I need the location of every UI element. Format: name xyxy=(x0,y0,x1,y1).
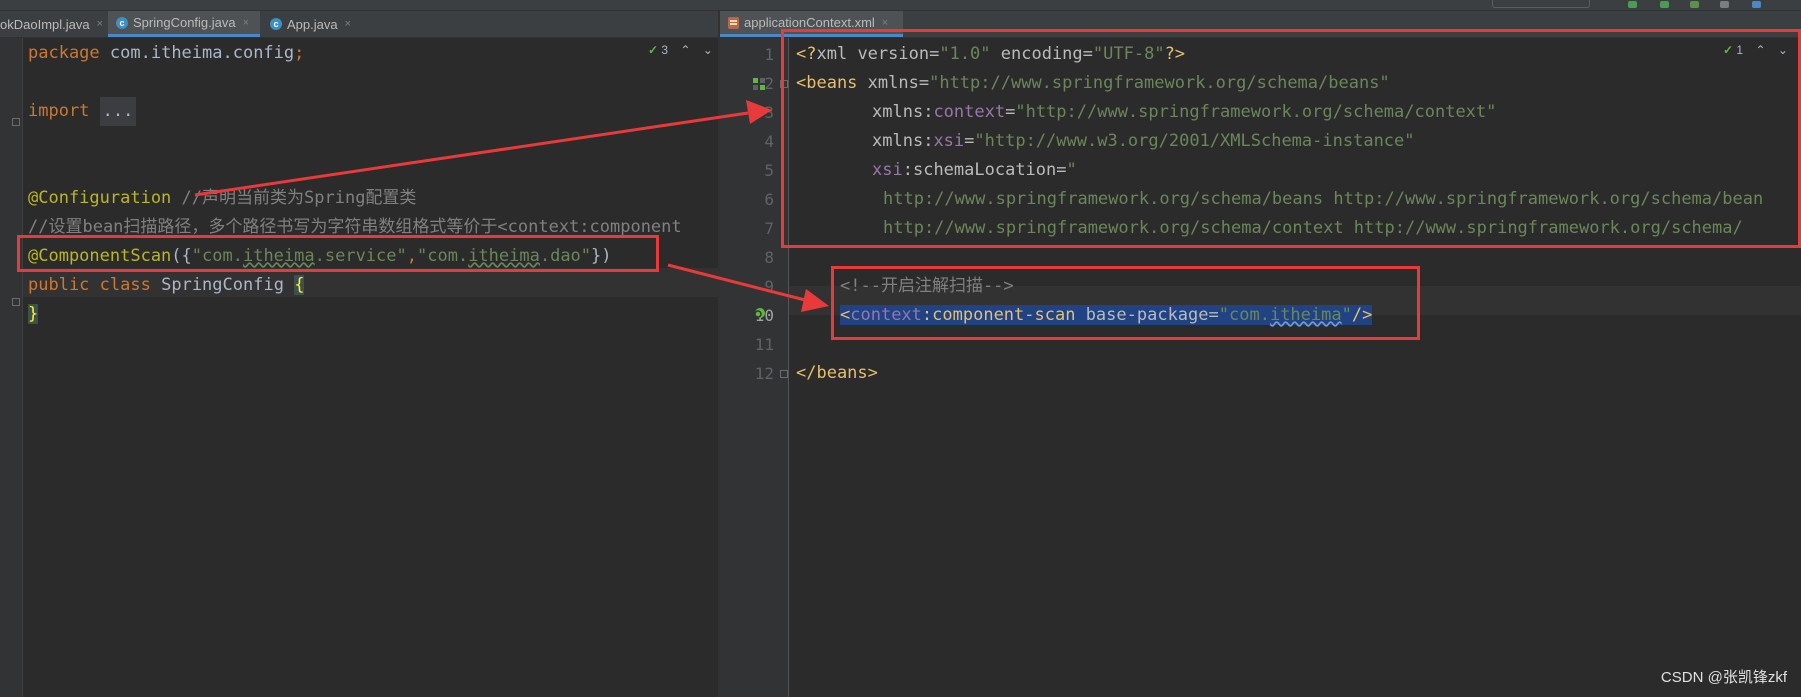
close-icon[interactable]: × xyxy=(345,18,351,30)
java-class-icon: c xyxy=(270,18,282,30)
componentscan-highlight-box xyxy=(17,235,659,272)
keyword: class xyxy=(99,275,151,295)
xml-gutter[interactable]: 1 2 3 4 5 6 7 8 9 10 11 12 xyxy=(720,38,789,697)
package-name: com.itheima.config xyxy=(109,43,295,63)
line-number: 1 xyxy=(764,45,774,64)
line-number: 3 xyxy=(764,103,774,122)
line-number: 9 xyxy=(764,277,774,296)
coverage-icon[interactable] xyxy=(1690,1,1699,8)
close-icon[interactable]: × xyxy=(243,17,249,29)
keyword: package xyxy=(28,43,100,63)
annotation: @Configuration xyxy=(28,188,172,208)
class-name: SpringConfig xyxy=(161,275,284,295)
keyword: import xyxy=(28,101,90,121)
java-class-icon: c xyxy=(116,16,128,29)
xml-namespace-highlight-box xyxy=(781,29,1801,248)
keyword: public xyxy=(28,275,90,295)
line-number: 5 xyxy=(764,161,774,180)
line-number: 8 xyxy=(764,248,774,267)
code-line-3: import ... xyxy=(28,97,137,126)
watermark: CSDN @张凯锋zkf xyxy=(1660,669,1787,686)
java-gutter[interactable] xyxy=(0,38,23,697)
xml-file-icon xyxy=(728,16,739,29)
code-line-configuration: @Configuration //声明当前类为Spring配置类 xyxy=(28,184,416,213)
fold-icon[interactable] xyxy=(12,298,20,306)
code-line-1: package com.itheima.config; xyxy=(28,39,304,68)
debug-icon[interactable] xyxy=(1660,1,1669,8)
comment: //设置bean扫描路径，多个路径书写为字符串数组格式等价于<context:c… xyxy=(28,217,682,237)
fold-icon[interactable] xyxy=(12,118,20,126)
brace: { xyxy=(294,275,305,295)
tag-name: </beans> xyxy=(796,363,878,383)
tab-label: applicationContext.xml xyxy=(744,15,875,30)
line-number: 7 xyxy=(764,219,774,238)
component-scan-icon[interactable] xyxy=(752,307,766,321)
profile-icon[interactable] xyxy=(1720,1,1729,8)
bean-config-icon[interactable] xyxy=(752,77,766,91)
java-editor-pane: okDaoImpl.java × c SpringConfig.java × c… xyxy=(0,11,718,697)
build-icon[interactable] xyxy=(1752,1,1761,8)
tab-label: SpringConfig.java xyxy=(133,15,236,30)
tab-springconfig[interactable]: c SpringConfig.java × xyxy=(108,11,260,37)
comment: //声明当前类为Spring配置类 xyxy=(181,188,417,208)
close-icon[interactable]: × xyxy=(97,18,103,30)
semicolon: ; xyxy=(294,43,305,63)
code-line-close: } xyxy=(28,300,39,329)
close-icon[interactable]: × xyxy=(882,17,888,29)
brace: } xyxy=(28,304,39,324)
java-code-area[interactable]: package com.itheima.config; import ... @… xyxy=(28,38,718,697)
tab-app[interactable]: c App.java × xyxy=(262,11,370,37)
fold-icon[interactable] xyxy=(780,370,788,378)
tab-bookdaoimpl[interactable]: okDaoImpl.java × xyxy=(0,11,108,37)
top-toolbar-strip xyxy=(0,0,1801,11)
tab-label: okDaoImpl.java xyxy=(0,16,90,32)
tab-label: App.java xyxy=(287,16,338,32)
line-number: 12 xyxy=(754,364,774,383)
run-configuration-dropdown[interactable] xyxy=(1492,0,1590,8)
run-icon[interactable] xyxy=(1628,1,1637,8)
component-scan-highlight-box xyxy=(831,266,1420,340)
line-number: 11 xyxy=(754,335,774,354)
line-number: 6 xyxy=(764,190,774,209)
line-number: 4 xyxy=(764,132,774,151)
folded-imports[interactable]: ... xyxy=(99,97,137,126)
java-editor-tabbar: okDaoImpl.java × c SpringConfig.java × c… xyxy=(0,11,718,38)
xml-line-12: </beans> xyxy=(796,359,878,388)
code-line-class: public class SpringConfig { xyxy=(28,271,305,300)
